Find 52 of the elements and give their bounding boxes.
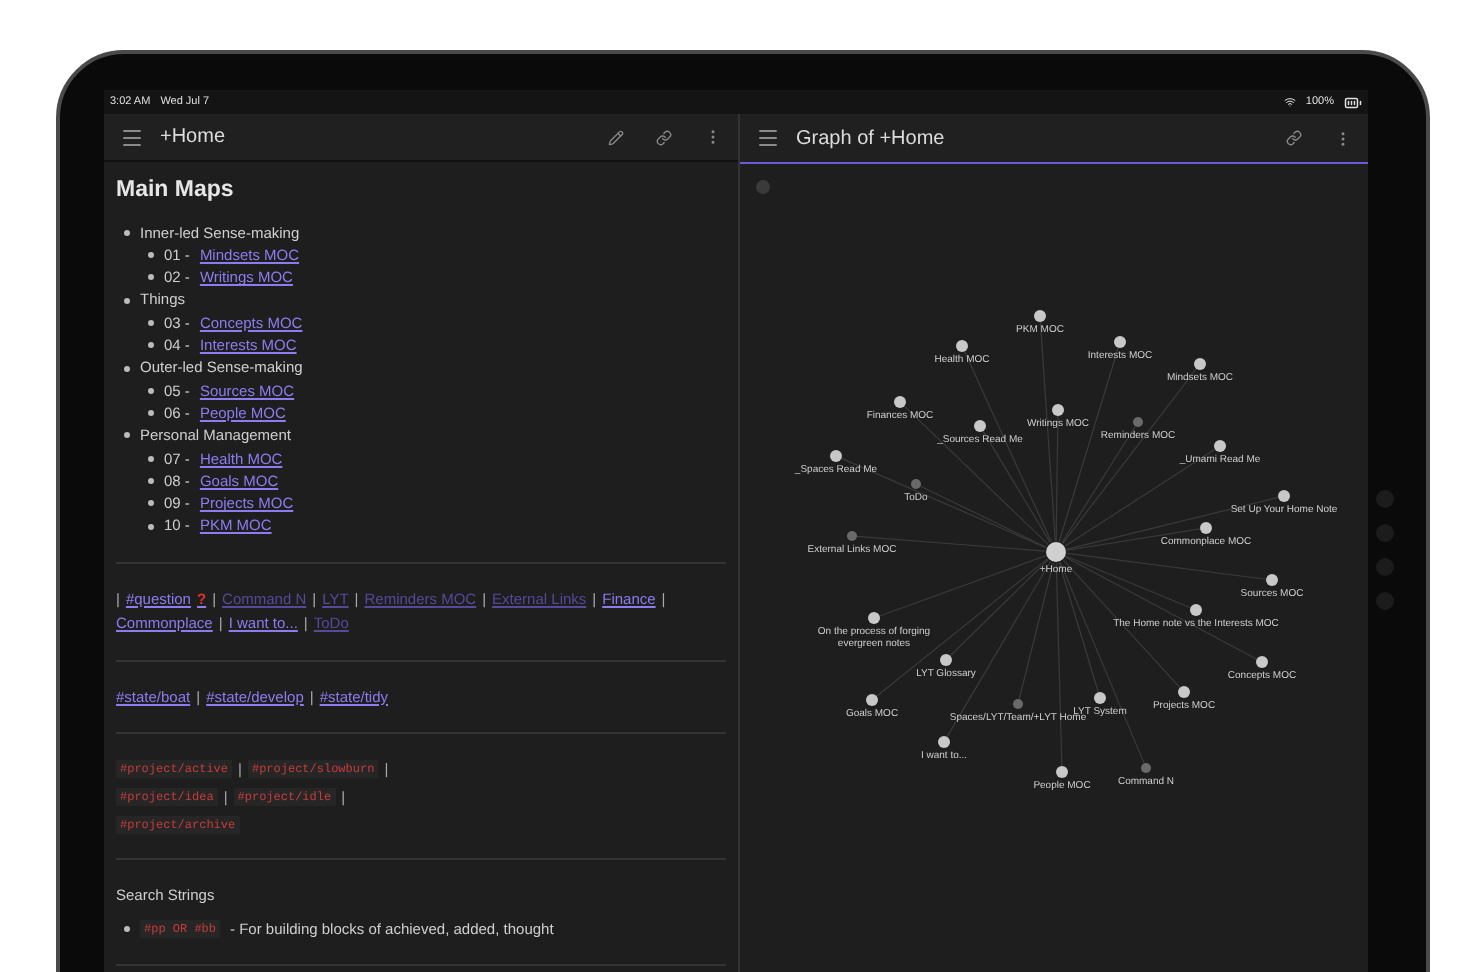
bullet-icon [148, 319, 154, 326]
graph-node[interactable] [911, 479, 921, 489]
graph-node[interactable] [1013, 699, 1023, 709]
bullet-icon [148, 500, 154, 507]
menu-icon[interactable] [120, 125, 144, 150]
bullet-icon [148, 478, 154, 484]
graph-node[interactable] [1190, 604, 1202, 616]
bullet-icon [148, 387, 154, 394]
bullet-icon [148, 410, 154, 417]
graph-node[interactable] [868, 612, 880, 624]
graph-node[interactable] [1200, 522, 1212, 534]
graph-node[interactable] [866, 694, 878, 706]
graph-node[interactable] [1034, 310, 1046, 322]
link-icon[interactable] [1286, 130, 1302, 146]
graph-node[interactable] [1256, 656, 1268, 668]
graph-node[interactable] [847, 531, 857, 541]
edit-icon[interactable] [608, 129, 624, 146]
link-icon[interactable] [656, 129, 672, 146]
graph-node[interactable] [1141, 763, 1151, 773]
note-heading: Main Maps [116, 176, 236, 207]
graph-node[interactable] [938, 736, 950, 748]
graph-node[interactable] [1114, 336, 1126, 348]
graph-node[interactable] [1278, 490, 1290, 502]
graph-node[interactable] [940, 654, 952, 666]
graph-node[interactable] [1214, 440, 1226, 452]
battery-icon [1344, 93, 1362, 111]
graph-node[interactable] [1056, 766, 1068, 778]
bullet-icon [124, 925, 130, 932]
wifi-icon [1283, 96, 1296, 108]
graph-node[interactable] [1133, 417, 1143, 427]
bullet-icon [124, 365, 130, 372]
graph-node[interactable] [1266, 574, 1278, 586]
bullet-icon [148, 523, 154, 530]
graph-node[interactable] [1178, 686, 1190, 698]
bullet-icon [148, 252, 154, 259]
bullet-icon [124, 297, 130, 304]
graph-node[interactable] [974, 420, 986, 432]
bullet-icon [148, 342, 154, 349]
bullet-icon [148, 455, 154, 462]
graph-node[interactable] [956, 340, 968, 352]
menu-icon[interactable] [756, 126, 780, 150]
graph-node[interactable] [894, 396, 906, 408]
graph-node[interactable] [1046, 542, 1066, 562]
bullet-icon [124, 229, 130, 236]
graph-node[interactable] [1052, 404, 1064, 416]
graph-node[interactable] [1194, 358, 1206, 370]
graph-node[interactable] [830, 450, 842, 462]
bullet-icon [148, 274, 154, 281]
pane-title: Graph of +Home [796, 125, 947, 153]
pane-title: +Home [160, 124, 228, 153]
bullet-icon [124, 432, 130, 439]
graph-node[interactable] [1094, 692, 1106, 704]
